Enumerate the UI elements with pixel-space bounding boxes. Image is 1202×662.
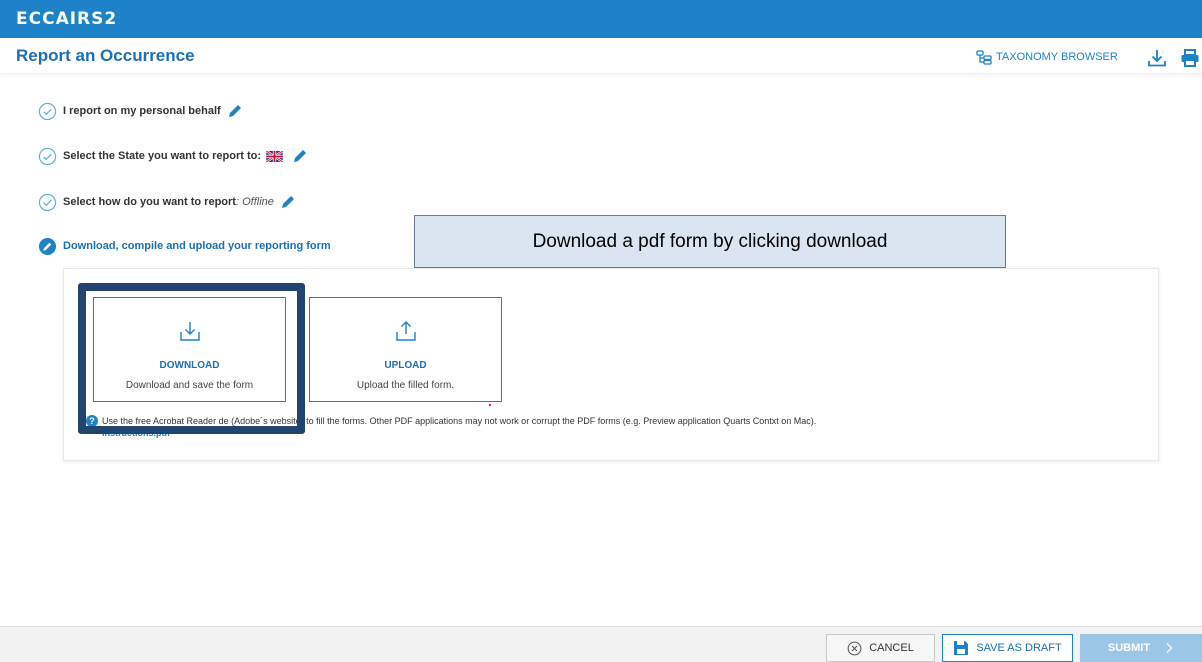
cancel-circle-icon [847,641,862,655]
step-personal-behalf: I report on my personal behalf [38,101,243,121]
save-draft-label: SAVE AS DRAFT [976,642,1062,654]
taxonomy-browser-label: TAXONOMY BROWSER [996,51,1118,63]
edit-pencil-icon[interactable] [292,148,308,164]
cancel-label: CANCEL [869,642,914,654]
submit-label: SUBMIT [1107,642,1151,654]
edit-circle-icon [38,237,57,255]
save-icon [954,641,969,655]
instruction-callout: Download a pdf form by clicking download [414,215,1006,268]
step-download-upload: Download, compile and upload your report… [38,236,331,256]
step-label: I report on my personal behalf [63,105,221,117]
title-bar: Report an Occurrence TAXONOMY BROWSER [0,38,1202,74]
page-title: Report an Occurrence [16,46,195,65]
submit-button[interactable]: SUBMIT [1080,634,1202,662]
taxonomy-browser-button[interactable]: TAXONOMY BROWSER [976,48,1118,66]
top-bar: ECCAIRS2 [0,0,1202,38]
check-circle-icon [38,147,57,165]
download-highlight-box [78,283,305,434]
check-circle-icon [38,102,57,120]
step-label: Select how do you want to report [63,196,236,208]
uk-flag-icon [266,150,284,162]
step-label: Download, compile and upload your report… [63,240,331,252]
chevron-right-icon [1166,643,1173,653]
save-draft-button[interactable]: SAVE AS DRAFT [942,634,1073,662]
step-select-state: Select the State you want to report to: [38,146,308,166]
upload-subtitle: Upload the filled form. [356,380,455,391]
step-report-method: Select how do you want to report : Offli… [38,192,296,212]
upload-card[interactable]: UPLOAD Upload the filled form. [309,297,502,402]
required-marker [489,404,491,406]
edit-pencil-icon[interactable] [227,103,243,119]
app-logo: ECCAIRS2 [16,9,118,29]
download-icon[interactable] [1147,48,1167,68]
edit-pencil-icon[interactable] [280,194,296,210]
print-icon[interactable] [1180,48,1200,68]
cancel-button[interactable]: CANCEL [826,634,935,662]
upload-icon [395,321,416,341]
taxonomy-icon [976,49,992,65]
step-label: Select the State you want to report to: [63,150,262,162]
step-value: : Offline [235,196,274,208]
upload-title: UPLOAD [384,360,427,371]
check-circle-icon [38,193,57,211]
footer-bar: CANCEL SAVE AS DRAFT SUBMIT [0,626,1202,662]
